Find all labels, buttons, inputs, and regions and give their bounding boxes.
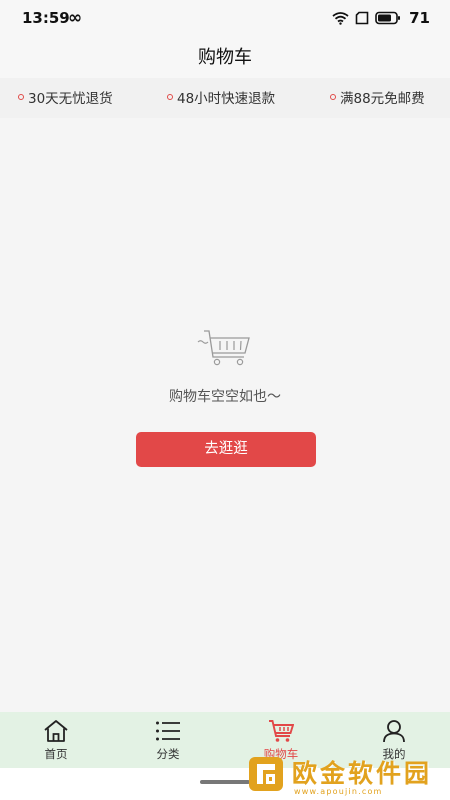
home-icon (44, 720, 68, 742)
battery-level: 71 (409, 9, 430, 27)
list-icon (156, 721, 180, 741)
user-icon (383, 720, 405, 743)
empty-cart-area: 购物车空空如也～ 去逛逛 (0, 118, 450, 712)
watermark: 欧金软件园 www.apoujin.com (248, 752, 444, 798)
promo-text: 满88元免邮费 (340, 91, 425, 107)
promo-item-refund: 48小时快速退款 (167, 88, 276, 107)
tab-category[interactable]: 分类 (112, 712, 224, 768)
page-title: 购物车 (198, 47, 252, 68)
tab-label: 首页 (44, 747, 68, 761)
promo-bar: 30天无忧退货 48小时快速退款 满88元免邮费 (0, 78, 450, 118)
status-time: 13:59 (22, 9, 70, 27)
status-bar: 13:59 ∞ 71 (0, 0, 450, 36)
bullet-icon (18, 94, 24, 100)
watermark-title: 欧金软件园 (292, 759, 433, 788)
watermark-url: www.apoujin.com (294, 787, 383, 796)
cart-icon (269, 720, 294, 742)
wifi-icon (332, 12, 349, 25)
nav-bar: 购物车 (0, 36, 450, 78)
tab-label: 分类 (156, 747, 180, 761)
promo-text: 48小时快速退款 (177, 91, 276, 107)
status-indicators: 71 (332, 9, 430, 27)
home-indicator[interactable] (200, 780, 250, 784)
go-shopping-button[interactable]: 去逛逛 (136, 432, 316, 467)
empty-cart-icon (197, 330, 250, 366)
infinity-icon: ∞ (68, 8, 83, 28)
empty-cart-message: 购物车空空如也～ (169, 389, 281, 405)
watermark-logo-icon (249, 757, 283, 791)
promo-item-return: 30天无忧退货 (18, 88, 113, 107)
promo-item-shipping: 满88元免邮费 (330, 88, 425, 107)
bullet-icon (330, 94, 336, 100)
tab-home[interactable]: 首页 (0, 712, 112, 768)
promo-text: 30天无忧退货 (28, 91, 113, 107)
battery-icon (375, 11, 401, 25)
bullet-icon (167, 94, 173, 100)
sim-card-icon (355, 11, 369, 25)
